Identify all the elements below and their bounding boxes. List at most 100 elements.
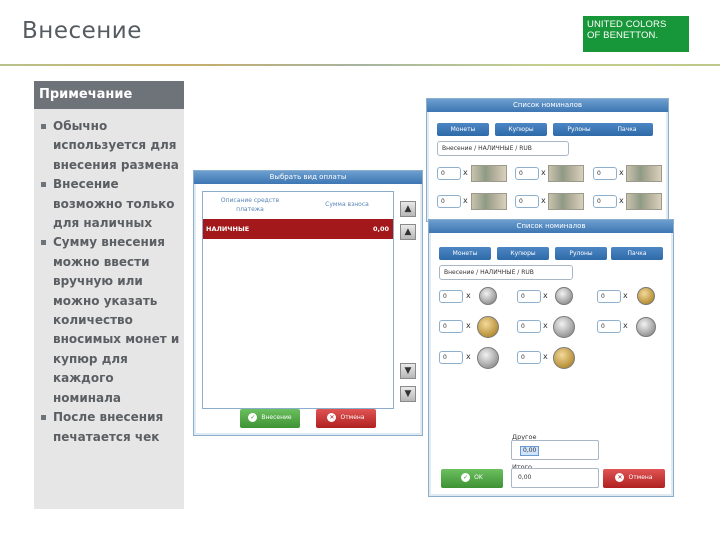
- chevron-up-icon: ▲: [404, 204, 412, 214]
- selection-field: Внесение / НАЛИЧНЫЕ / RUB: [439, 265, 573, 280]
- multiply-sign: x: [623, 321, 628, 330]
- tab-banknotes[interactable]: Купюры: [497, 247, 549, 260]
- total-amount: 0,00: [518, 474, 532, 481]
- quantity-input[interactable]: 0: [439, 320, 463, 333]
- quantity-input[interactable]: 0: [517, 351, 541, 364]
- coin-image: [636, 317, 656, 337]
- payment-list: Описание средств платежа Сумма взноса НА…: [202, 191, 394, 409]
- coin-image: [555, 287, 573, 305]
- payment-cancel-label: Отмена: [340, 414, 365, 421]
- check-icon: ✓: [461, 473, 471, 482]
- header-divider: [0, 64, 720, 66]
- quantity-input[interactable]: 0: [593, 195, 617, 208]
- payment-window-title: Выбрать вид оплаты: [194, 171, 422, 184]
- total-field: 0,00: [511, 468, 599, 488]
- scroll-down-end-button[interactable]: ▼: [400, 386, 416, 402]
- coin-image: [479, 287, 497, 305]
- quantity-input[interactable]: 0: [439, 290, 463, 303]
- coin-cancel-button[interactable]: ✕ Отмена: [603, 469, 665, 488]
- multiply-sign: x: [619, 196, 624, 205]
- tab-rolls[interactable]: Рулоны: [555, 247, 607, 260]
- coin-window: Список номиналов Монеты Купюры Рулоны Па…: [428, 219, 674, 497]
- payment-row-amount: 0,00: [372, 225, 389, 233]
- coin-image: [477, 316, 499, 338]
- multiply-sign: x: [466, 352, 471, 361]
- banknote-image: [471, 165, 507, 182]
- banknote-window: Список номиналов Монеты Купюры Рулоны Па…: [426, 98, 669, 222]
- coin-window-title: Список номиналов: [429, 220, 673, 233]
- deposit-button-label: Внесение: [261, 414, 292, 421]
- multiply-sign: x: [466, 291, 471, 300]
- tab-coins[interactable]: Монеты: [437, 123, 489, 136]
- banknote-image: [626, 165, 662, 182]
- coin-image: [553, 347, 575, 369]
- quantity-input[interactable]: 0: [515, 167, 539, 180]
- multiply-sign: x: [466, 321, 471, 330]
- payment-type-window: Выбрать вид оплаты Описание средств плат…: [193, 170, 423, 436]
- other-field: 0,00: [511, 440, 599, 460]
- other-amount-input[interactable]: 0,00: [520, 446, 540, 456]
- tab-rolls[interactable]: Рулоны: [553, 123, 605, 136]
- banknote-image: [548, 193, 584, 210]
- note-item: Сумму внесения можно ввести вручную или …: [39, 233, 183, 408]
- banknote-image: [548, 165, 584, 182]
- quantity-input[interactable]: 0: [437, 167, 461, 180]
- coin-image: [477, 347, 499, 369]
- page-title: Внесение: [22, 18, 142, 44]
- tab-coins[interactable]: Монеты: [439, 247, 491, 260]
- coin-cancel-label: Отмена: [628, 474, 653, 481]
- ok-button-label: OK: [474, 474, 483, 481]
- selection-field: Внесение / НАЛИЧНЫЕ / RUB: [437, 141, 569, 156]
- column-header-method: Описание средств платежа: [220, 197, 280, 213]
- close-icon: ✕: [327, 413, 337, 422]
- tab-bundle[interactable]: Пачка: [611, 247, 663, 260]
- multiply-sign: x: [543, 291, 548, 300]
- coin-image: [637, 287, 655, 305]
- scroll-up-button[interactable]: ▲: [400, 201, 416, 217]
- payment-row-method: НАЛИЧНЫЕ: [206, 225, 250, 233]
- multiply-sign: x: [463, 196, 468, 205]
- multiply-sign: x: [619, 168, 624, 177]
- quantity-input[interactable]: 0: [439, 351, 463, 364]
- chevron-down-icon: ▼: [404, 389, 412, 399]
- deposit-button[interactable]: ✓ Внесение: [240, 409, 300, 428]
- tab-banknotes[interactable]: Купюры: [495, 123, 547, 136]
- multiply-sign: x: [623, 291, 628, 300]
- multiply-sign: x: [541, 168, 546, 177]
- quantity-input[interactable]: 0: [593, 167, 617, 180]
- note-item: После внесения печатается чек: [39, 408, 183, 447]
- ok-button[interactable]: ✓ OK: [441, 469, 503, 488]
- note-item: Внесение возможно только для наличных: [39, 175, 183, 233]
- multiply-sign: x: [541, 196, 546, 205]
- column-header-amount: Сумма взноса: [325, 201, 369, 208]
- quantity-input[interactable]: 0: [517, 290, 541, 303]
- quantity-input[interactable]: 0: [517, 320, 541, 333]
- note-heading: Примечание: [34, 81, 184, 109]
- note-item: Обычно используется для внесения размена: [39, 117, 183, 175]
- check-icon: ✓: [248, 413, 258, 422]
- quantity-input[interactable]: 0: [515, 195, 539, 208]
- benetton-logo: UNITED COLORS OF BENETTON.: [583, 16, 689, 52]
- quantity-input[interactable]: 0: [437, 195, 461, 208]
- scroll-down-button[interactable]: ▼: [400, 363, 416, 379]
- banknote-image: [626, 193, 662, 210]
- tab-bundle[interactable]: Пачка: [601, 123, 653, 136]
- multiply-sign: x: [543, 321, 548, 330]
- multiply-sign: x: [543, 352, 548, 361]
- logo-line-2: OF BENETTON.: [587, 30, 659, 41]
- quantity-input[interactable]: 0: [597, 320, 621, 333]
- note-list: Обычно используется для внесения размена…: [39, 117, 183, 447]
- logo-line-1: UNITED COLORS: [587, 19, 667, 30]
- payment-row-cash[interactable]: НАЛИЧНЫЕ 0,00: [203, 219, 393, 239]
- note-panel: Примечание Обычно используется для внесе…: [34, 81, 184, 509]
- scroll-up-end-button[interactable]: ▲: [400, 224, 416, 240]
- coin-image: [553, 316, 575, 338]
- quantity-input[interactable]: 0: [597, 290, 621, 303]
- multiply-sign: x: [463, 168, 468, 177]
- close-icon: ✕: [615, 473, 625, 482]
- payment-cancel-button[interactable]: ✕ Отмена: [316, 409, 376, 428]
- banknote-window-title: Список номиналов: [427, 99, 668, 112]
- chevron-down-icon: ▼: [404, 366, 412, 376]
- banknote-image: [471, 193, 507, 210]
- chevron-up-icon: ▲: [404, 227, 412, 237]
